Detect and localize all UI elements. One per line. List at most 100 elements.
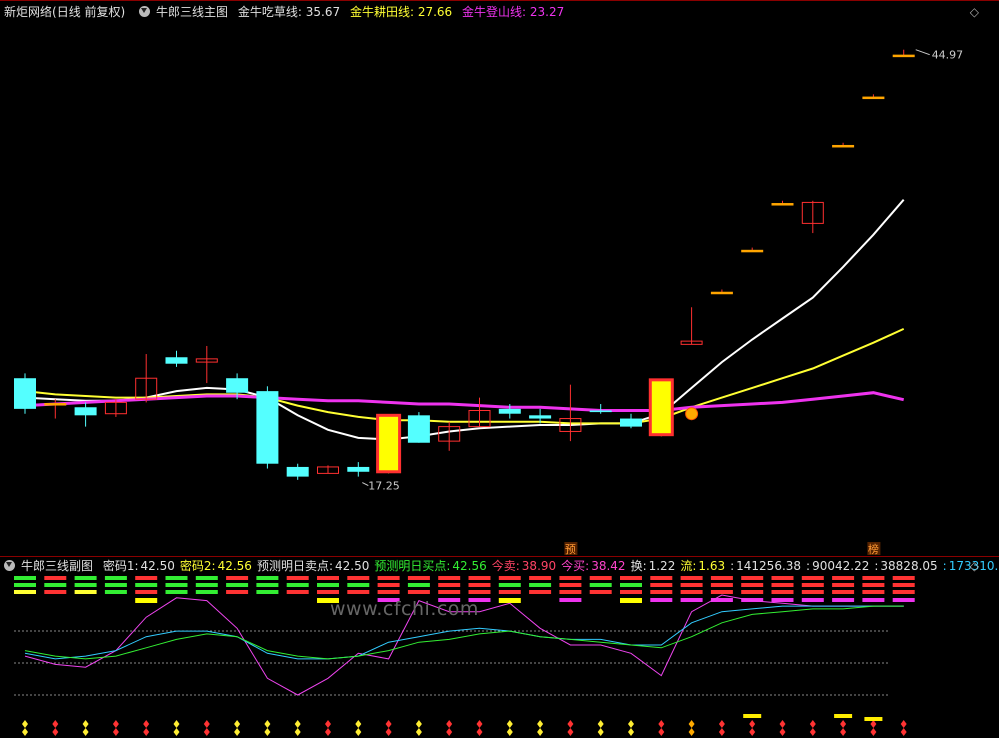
diamond-marker: [658, 720, 665, 728]
signal-mixed: [407, 576, 430, 580]
signal-block: [650, 576, 673, 602]
signal-red: [377, 583, 400, 587]
diamond-marker: [537, 720, 544, 728]
signal-red: [438, 576, 461, 580]
diamond-marker: [718, 720, 725, 728]
signal-red: [741, 576, 764, 580]
signal-red: [710, 590, 733, 594]
signal-red: [680, 590, 703, 594]
diamond-marker: [476, 728, 483, 736]
signal-yellow: [498, 598, 521, 603]
signal-mixed: [44, 583, 67, 587]
diamond-marker: [658, 728, 665, 736]
diamond-marker: [688, 728, 695, 736]
signal-green: [14, 590, 36, 594]
diamond-marker: [476, 720, 483, 728]
signal-mixed: [620, 576, 642, 580]
diamond-marker: [840, 728, 847, 736]
signal-mixed: [286, 576, 309, 580]
diamond-marker: [173, 720, 180, 728]
signal-red: [832, 590, 855, 594]
diamond-marker: [52, 720, 59, 728]
diamond-marker: [264, 720, 271, 728]
signal-block: [741, 576, 764, 602]
yellow-flag: [864, 717, 883, 721]
signal-red: [559, 590, 582, 594]
diamond-marker: [82, 728, 89, 736]
signal-red: [650, 583, 673, 587]
signal-mixed: [620, 590, 642, 594]
signal-mixed: [44, 576, 67, 580]
signal-red: [832, 583, 855, 587]
diamond-marker: [234, 720, 241, 728]
diamond-marker: [294, 728, 301, 736]
signal-magenta: [832, 598, 855, 602]
signal-mixed: [286, 590, 309, 594]
signal-red: [771, 576, 794, 580]
diamond-marker: [506, 720, 513, 728]
signal-block: [529, 576, 552, 594]
signal-green: [165, 576, 188, 580]
signal-magenta: [559, 598, 582, 602]
signal-red: [892, 576, 915, 580]
diamond-marker: [355, 720, 362, 728]
diamond-marker: [203, 728, 210, 736]
diamond-marker: [415, 728, 422, 736]
signal-block: [892, 576, 915, 602]
signal-block: [620, 576, 642, 603]
signal-mixed: [226, 583, 249, 587]
signal-block: [680, 576, 703, 602]
diamond-marker: [870, 728, 877, 736]
signal-block: [771, 576, 794, 602]
signal-green: [74, 583, 97, 587]
signal-block: [104, 576, 127, 594]
signal-mixed: [589, 583, 612, 587]
signal-red: [468, 583, 491, 587]
diamond-marker: [325, 728, 331, 736]
signal-red: [559, 576, 582, 580]
signal-mixed: [620, 583, 642, 587]
signal-red: [377, 576, 400, 580]
signal-mixed: [317, 583, 339, 587]
signal-block: [256, 576, 279, 594]
diamond-marker: [446, 720, 453, 728]
diamond-marker: [749, 728, 756, 736]
signal-red: [377, 590, 400, 594]
signal-green: [74, 590, 97, 594]
signal-mixed: [529, 583, 552, 587]
signal-red: [468, 576, 491, 580]
signal-green: [14, 576, 36, 580]
signal-block: [74, 576, 97, 594]
signal-yellow: [135, 598, 158, 603]
signal-red: [862, 590, 885, 594]
signal-mixed: [44, 590, 67, 594]
signal-block: [226, 576, 249, 594]
diamond-marker: [840, 720, 847, 728]
diamond-marker: [143, 720, 150, 728]
signal-red: [559, 583, 582, 587]
diamond-marker: [900, 728, 907, 736]
diamond-marker: [22, 720, 28, 728]
diamond-marker: [870, 720, 877, 728]
signal-block: [589, 576, 612, 594]
signal-magenta: [710, 598, 733, 602]
signal-green: [14, 583, 36, 587]
signal-green: [165, 590, 188, 594]
diamond-marker: [537, 728, 544, 736]
signal-red: [892, 590, 915, 594]
signal-red: [741, 590, 764, 594]
signal-mixed: [286, 583, 309, 587]
signal-magenta: [892, 598, 915, 602]
signal-red: [741, 583, 764, 587]
signal-block: [135, 576, 158, 603]
diamond-marker: [567, 720, 574, 728]
signal-green: [104, 583, 127, 587]
signal-red: [680, 583, 703, 587]
signal-green: [195, 583, 218, 587]
yellow-flag: [834, 714, 853, 718]
signal-mixed: [407, 590, 430, 594]
signal-mixed: [135, 576, 158, 580]
signal-green: [256, 583, 279, 587]
diamond-marker: [234, 728, 241, 736]
diamond-marker: [749, 720, 756, 728]
